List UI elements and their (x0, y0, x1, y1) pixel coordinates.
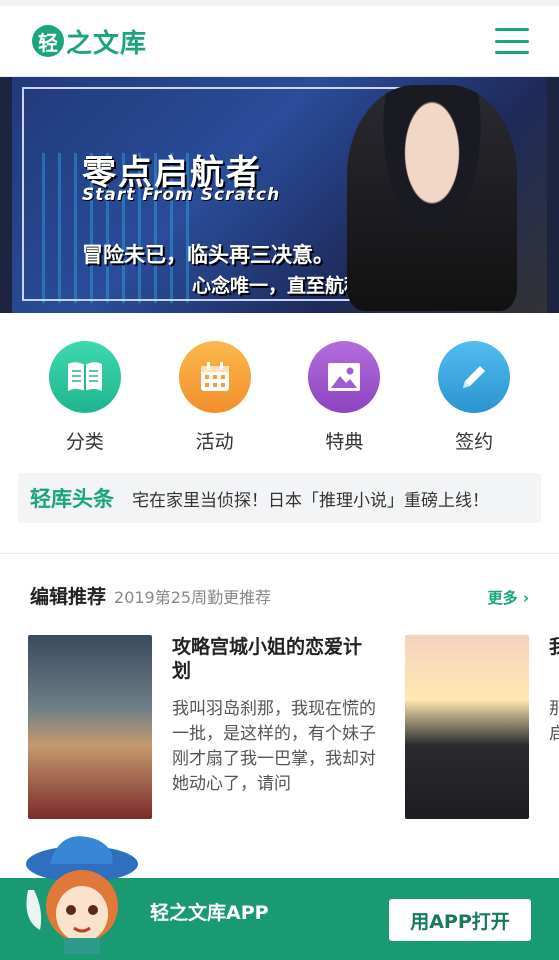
image-icon (308, 341, 381, 413)
book-info: 攻略宫城小姐的恋爱计划 我叫羽岛刹那，我现在慌的一批，是这样的，有个妹子刚才扇了… (172, 635, 380, 819)
quick-nav-contract[interactable]: 签约 (424, 341, 524, 461)
pencil-icon (438, 341, 511, 413)
quick-nav-label: 签约 (455, 431, 494, 453)
calendar-icon (178, 341, 251, 413)
headline-ticker[interactable]: 轻库头条 宅在家里当侦探！日本「推理小说」重磅上线！ (18, 473, 541, 523)
quick-nav-category[interactable]: 分类 (35, 341, 135, 461)
book-cover[interactable] (405, 635, 529, 819)
book-description: 那隐资启 (549, 699, 559, 744)
open-in-app-button[interactable]: 用APP打开 (389, 899, 531, 941)
hero-banner[interactable]: 零点启航者 Start From Scratch 冒险未已，临头再三决意。 心念… (0, 77, 559, 313)
headline-tag: 轻库头条 (30, 486, 114, 511)
book-info: 我的 那隐资启 (549, 635, 559, 819)
book-cover[interactable] (28, 635, 152, 819)
logo-mark: 轻 (32, 25, 64, 57)
app-name: 轻之文库APP (150, 902, 269, 924)
headline-text[interactable]: 宅在家里当侦探！日本「推理小说」重磅上线！ (132, 486, 489, 511)
book-card[interactable]: 攻略宫城小姐的恋爱计划 我叫羽岛刹那，我现在慌的一批，是这样的，有个妹子刚才扇了… (28, 635, 380, 819)
banner-tagline-1: 冒险未已，临头再三决意。 (82, 243, 334, 267)
quick-nav: 分类 活动 特典 签约 (0, 313, 559, 461)
mascot-illustration (26, 836, 138, 954)
book-title[interactable]: 我的 (549, 635, 559, 683)
banner-subtitle: Start From Scratch (82, 185, 281, 205)
more-label: 更多 (487, 589, 518, 607)
quick-nav-label: 活动 (195, 431, 234, 453)
section-subtitle: 2019第25周勤更推荐 (114, 588, 272, 607)
book-title[interactable]: 攻略宫城小姐的恋爱计划 (172, 635, 380, 683)
book-description: 我叫羽岛刹那，我现在慌的一批，是这样的，有个妹子刚才扇了我一巴掌，我却对她动心了… (172, 699, 376, 794)
quick-nav-events[interactable]: 活动 (165, 341, 265, 461)
chevron-right-icon: › (522, 589, 529, 607)
quick-nav-specials[interactable]: 特典 (294, 341, 394, 461)
book-card[interactable]: 我的 那隐资启 (405, 635, 559, 819)
banner-artwork: 零点启航者 Start From Scratch 冒险未已，临头再三决意。 心念… (12, 77, 547, 313)
book-icon (48, 341, 121, 413)
section-title: 编辑推荐 (30, 586, 107, 608)
more-link[interactable]: 更多 › (488, 587, 529, 608)
book-carousel: 攻略宫城小姐的恋爱计划 我叫羽岛刹那，我现在慌的一批，是这样的，有个妹子刚才扇了… (0, 635, 559, 835)
logo-text: 之文库 (66, 28, 148, 59)
logo[interactable]: 轻 之文库 (32, 23, 147, 60)
character-illustration (347, 85, 517, 311)
header: 轻 之文库 (0, 6, 559, 77)
app-download-bar: 轻之文库APP 用APP打开 (0, 836, 559, 960)
quick-nav-label: 特典 (325, 431, 364, 453)
quick-nav-label: 分类 (65, 431, 104, 453)
hamburger-menu-icon[interactable] (495, 28, 529, 54)
editor-picks-header: 编辑推荐 2019第25周勤更推荐 更多 › (0, 554, 559, 609)
